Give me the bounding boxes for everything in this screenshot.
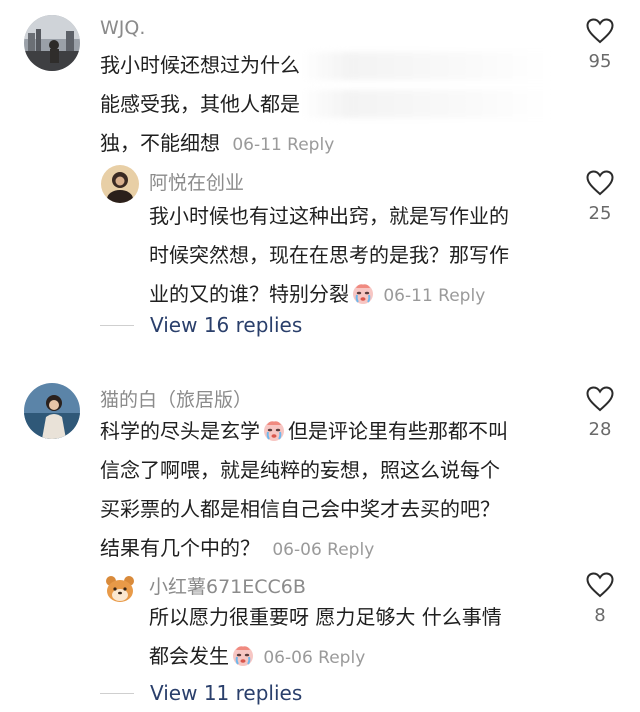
view-replies-button[interactable]: View 11 replies <box>100 681 302 705</box>
comment-meta: 06-11 Reply <box>226 135 334 155</box>
like-count: 95 <box>588 51 612 72</box>
comment-meta: 06-06 Reply <box>266 540 374 560</box>
reply-text: 所以愿力很重要呀 愿力足够大 什么事情 都会发生 06-06 Reply <box>149 598 502 678</box>
comment-line: 时候突然想，现在在思考的是我？那写作 <box>149 243 509 267</box>
like-button[interactable]: 95 <box>580 18 620 72</box>
comment-line: 科学的尽头是玄学 但是评论里有些那都不叫 <box>100 412 508 451</box>
comment-line: 我小时候也有过这种出窍，就是写作业的 <box>149 204 509 228</box>
view-replies-button[interactable]: View 16 replies <box>100 313 302 337</box>
reply-text: 我小时候也有过这种出窍，就是写作业的 时候突然想，现在在思考的是我？那写作 业的… <box>149 197 509 316</box>
comment-line: 所以愿力很重要呀 愿力足够大 什么事情 <box>149 605 502 629</box>
divider <box>100 692 134 694</box>
comment-date: 06-06 <box>272 540 322 560</box>
reply-button[interactable]: Reply <box>327 540 374 560</box>
username[interactable]: 阿悦在创业 <box>149 168 244 195</box>
comment-line-text: 但是评论里有些那都不叫 <box>288 419 508 443</box>
avatar[interactable] <box>24 15 80 71</box>
heart-icon <box>586 572 614 598</box>
avatar[interactable] <box>101 165 139 203</box>
avatar[interactable] <box>101 570 139 608</box>
comment-line-text: 独，不能细想 <box>100 131 220 155</box>
comment-date: 06-11 <box>232 135 282 155</box>
comment-meta: 06-11 Reply <box>383 286 485 306</box>
redaction-blur <box>300 52 550 80</box>
heart-icon <box>586 386 614 412</box>
username[interactable]: 猫的白（旅居版） <box>100 385 252 412</box>
view-replies-label: View 11 replies <box>150 681 303 705</box>
comment-date: 06-11 <box>383 286 433 306</box>
comment-line-text: 科学的尽头是玄学 <box>100 419 260 443</box>
comment-line-text: 业的又的谁？特别分裂 <box>149 282 349 306</box>
like-button[interactable]: 8 <box>580 572 620 626</box>
comment-line: 结果有几个中的？ 06-06 Reply <box>100 529 508 570</box>
divider <box>100 324 134 326</box>
like-count: 28 <box>588 419 612 440</box>
comment-text: 科学的尽头是玄学 但是评论里有些那都不叫 信念了啊喂，就是纯粹的妄想，照这么说每个… <box>100 412 508 570</box>
view-replies-label: View 16 replies <box>150 313 303 337</box>
redaction-blur <box>300 90 550 118</box>
crying-emoji-icon <box>262 418 286 442</box>
comment-line: 独，不能细想 06-11 Reply <box>100 124 334 165</box>
like-button[interactable]: 25 <box>580 170 620 224</box>
heart-icon <box>586 18 614 44</box>
comment-line: 都会发生 06-06 Reply <box>149 637 502 678</box>
comment-date: 06-06 <box>263 648 313 668</box>
crying-emoji-icon <box>351 281 375 305</box>
comment-meta: 06-06 Reply <box>263 648 365 668</box>
comment-line: 信念了啊喂，就是纯粹的妄想，照这么说每个 <box>100 458 500 482</box>
reply-button[interactable]: Reply <box>438 286 485 306</box>
comment-line-text: 都会发生 <box>149 644 229 668</box>
comment-line-text: 结果有几个中的？ <box>100 536 260 560</box>
like-button[interactable]: 28 <box>580 386 620 440</box>
reply-button[interactable]: Reply <box>318 648 365 668</box>
avatar[interactable] <box>24 383 80 439</box>
comment-line: 业的又的谁？特别分裂 06-11 Reply <box>149 275 509 316</box>
username[interactable]: 小红薯671ECC6B <box>149 572 306 599</box>
crying-emoji-icon <box>231 643 255 667</box>
like-count: 25 <box>588 203 612 224</box>
comment-line: 买彩票的人都是相信自己会中奖才去买的吧？ <box>100 497 500 521</box>
username[interactable]: WJQ. <box>100 17 145 39</box>
like-count: 8 <box>594 605 606 626</box>
reply-button[interactable]: Reply <box>287 135 334 155</box>
heart-icon <box>586 170 614 196</box>
